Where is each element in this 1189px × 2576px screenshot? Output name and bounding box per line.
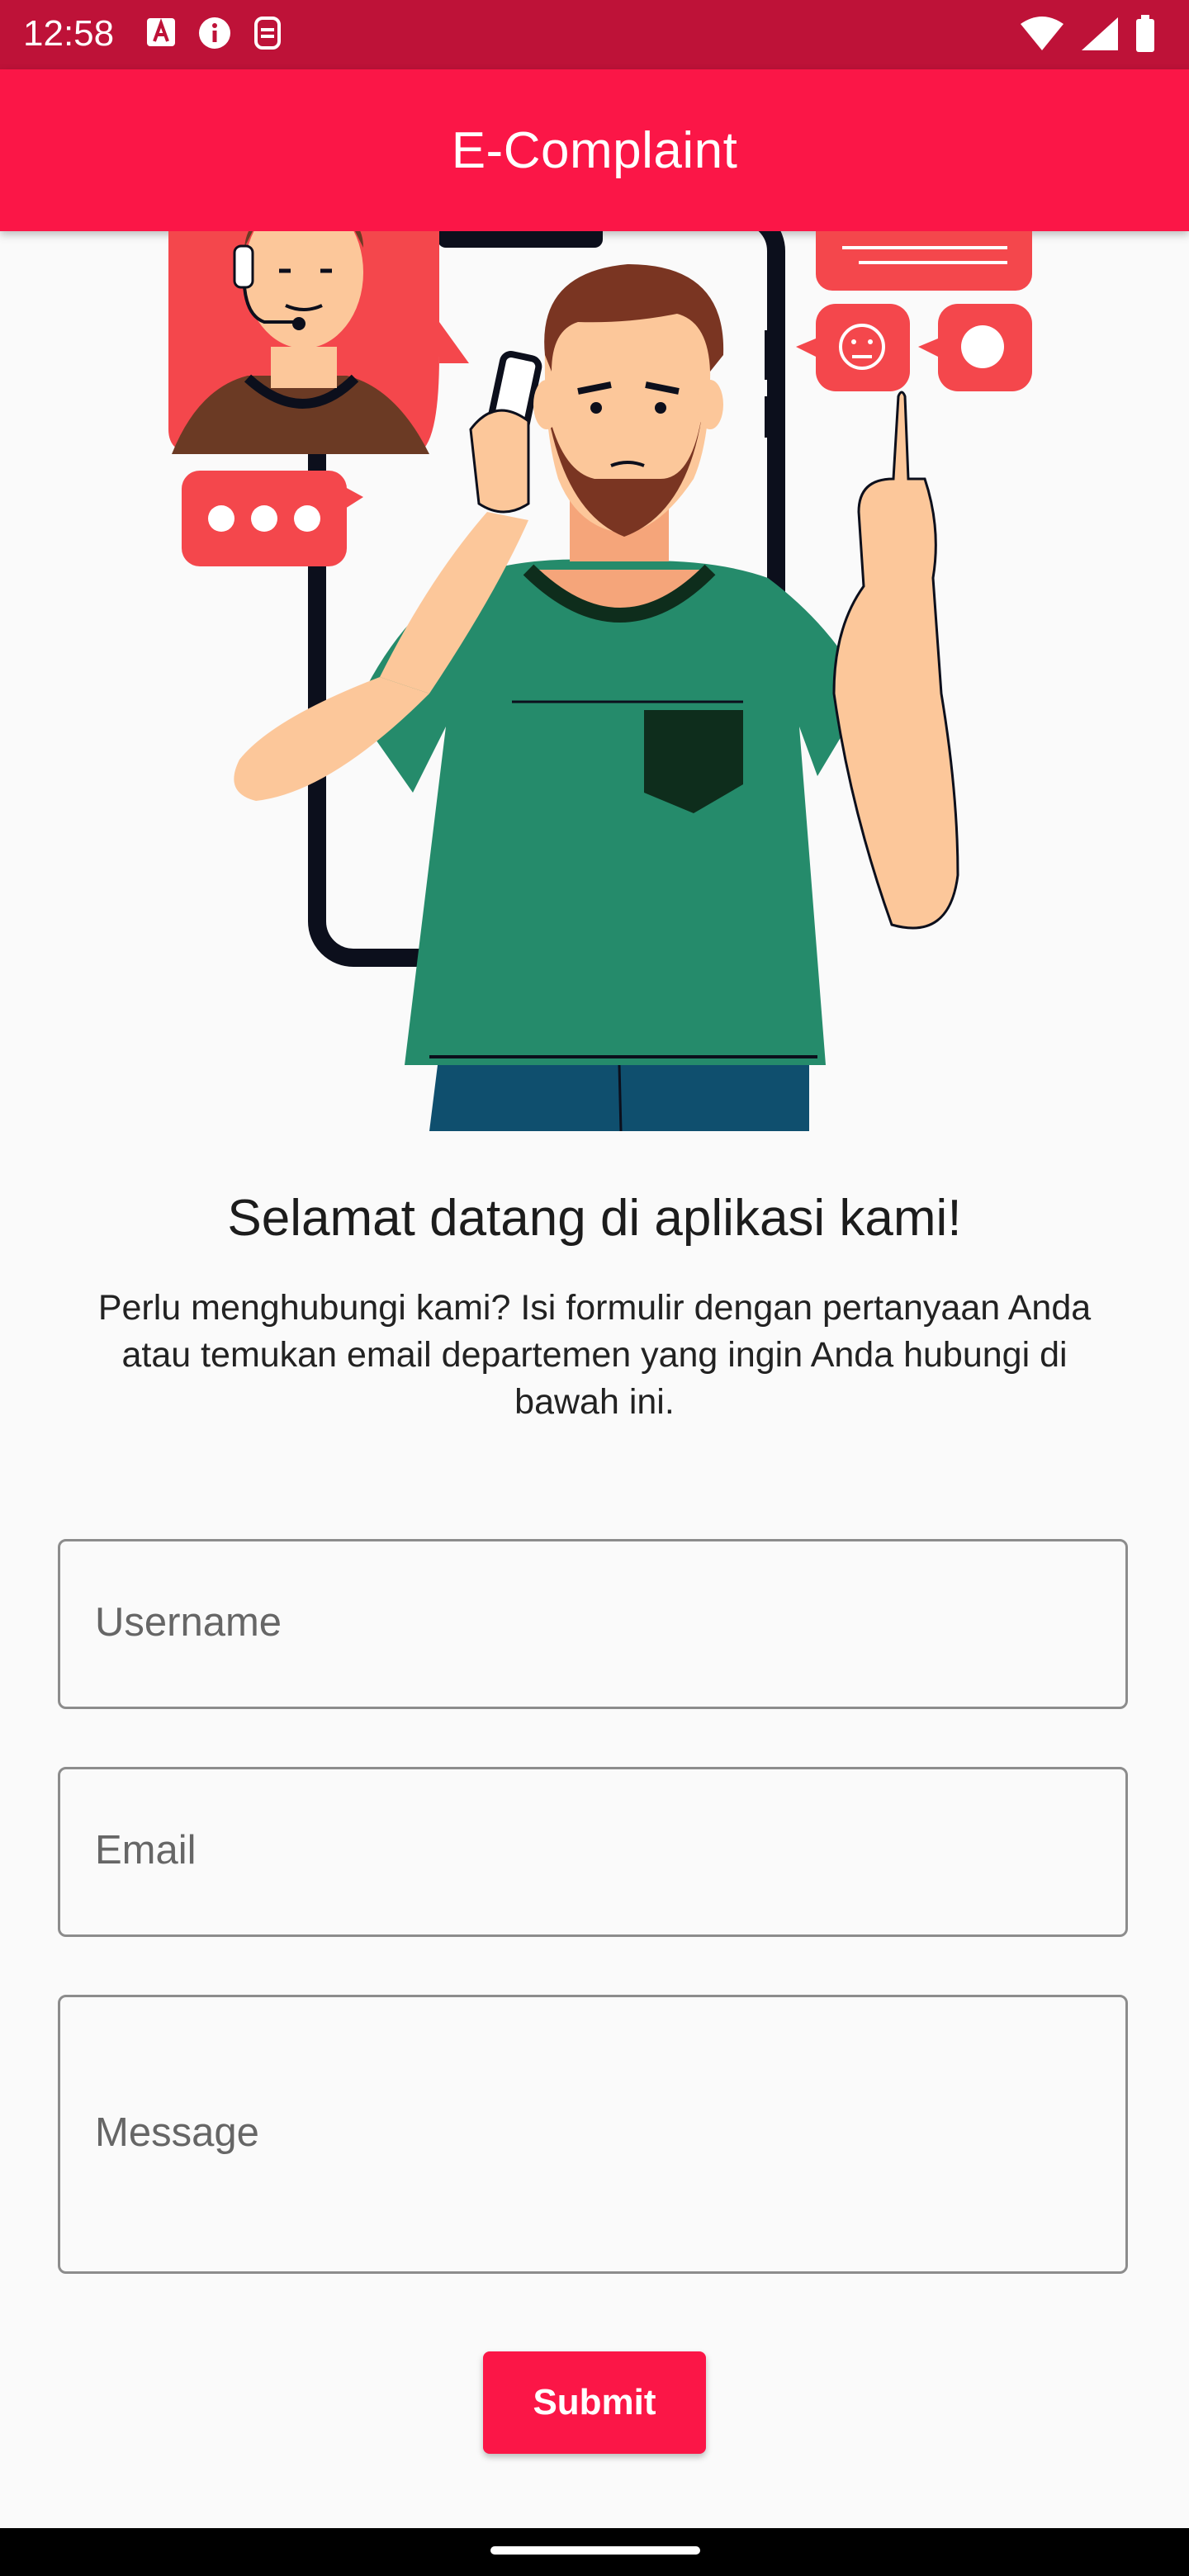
app-title: E-Complaint bbox=[451, 121, 738, 179]
app-bar: E-Complaint bbox=[0, 69, 1189, 231]
signal-icon bbox=[1082, 17, 1118, 50]
username-placeholder: Username bbox=[95, 1600, 282, 1645]
status-right-icons bbox=[1019, 15, 1156, 53]
welcome-description: Perlu menghubungi kami? Isi formulir den… bbox=[97, 1288, 1092, 1422]
a-icon bbox=[147, 18, 175, 46]
email-field[interactable]: Email bbox=[58, 1767, 1128, 1937]
wifi-icon bbox=[1021, 17, 1063, 50]
status-left-icons bbox=[145, 15, 284, 51]
email-placeholder: Email bbox=[95, 1828, 197, 1873]
username-field[interactable]: Username bbox=[58, 1539, 1128, 1709]
navigation-bar bbox=[0, 2528, 1189, 2576]
battery-icon bbox=[1136, 15, 1154, 52]
welcome-heading: Selamat datang di aplikasi kami! bbox=[227, 1190, 962, 1247]
status-bar: 12:58 bbox=[0, 0, 1189, 69]
message-placeholder: Message bbox=[95, 2110, 259, 2155]
home-gesture-handle[interactable] bbox=[490, 2546, 700, 2555]
message-field[interactable]: Message bbox=[58, 1995, 1128, 2274]
submit-button[interactable]: Submit bbox=[483, 2351, 706, 2454]
screen-record-icon bbox=[254, 17, 281, 50]
info-icon bbox=[199, 17, 230, 49]
customer-support-illustration bbox=[0, 231, 1189, 1131]
status-time: 12:58 bbox=[23, 13, 115, 54]
